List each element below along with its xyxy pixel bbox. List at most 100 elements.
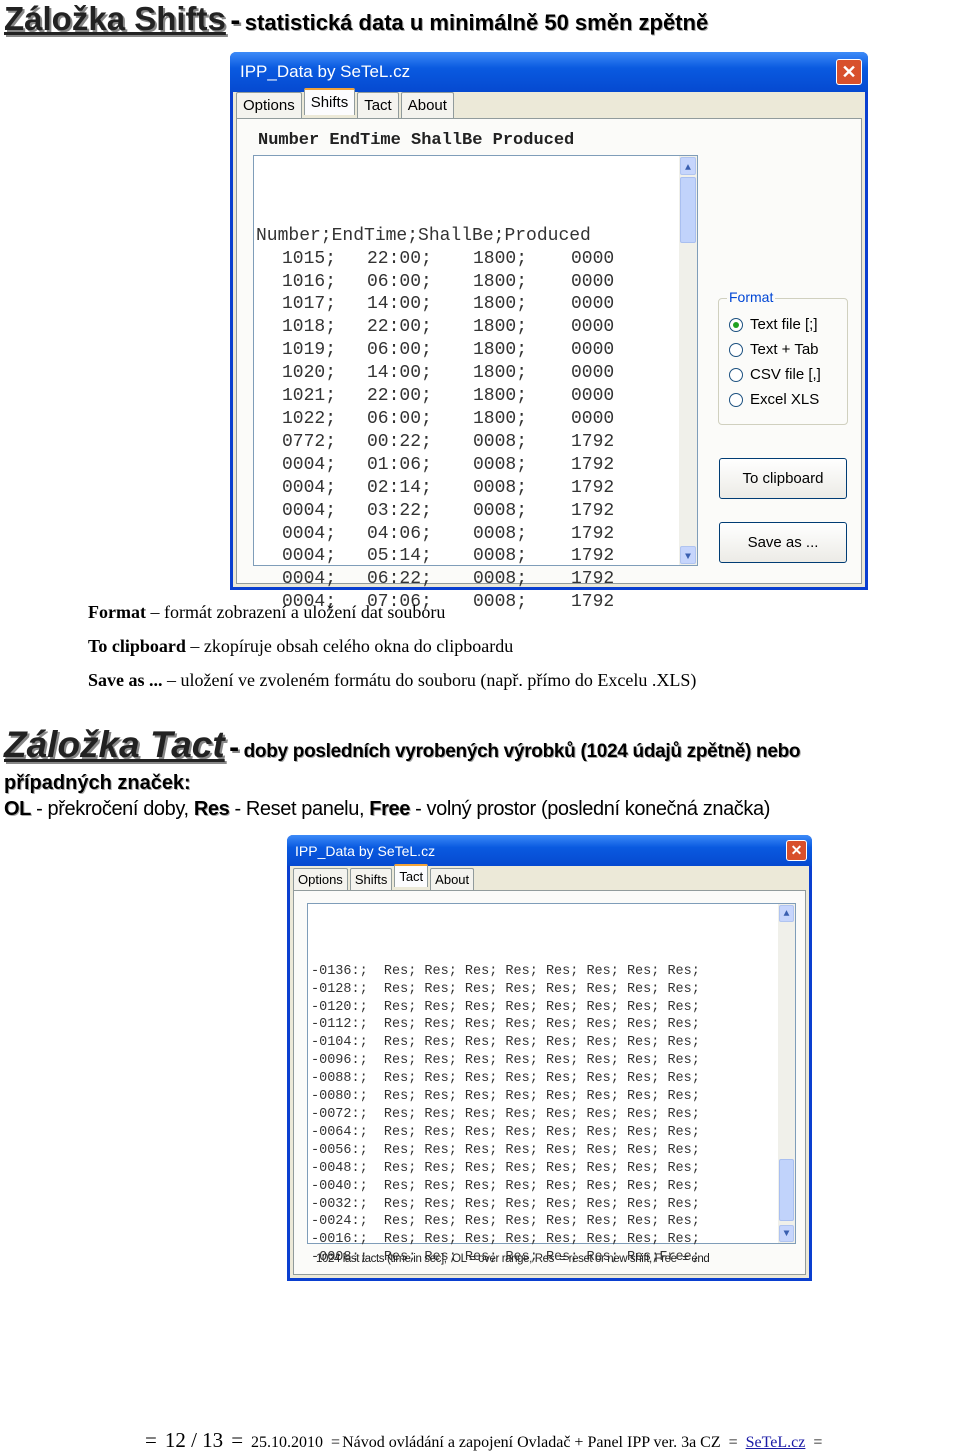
cell: 0004;: [282, 500, 337, 521]
table-row[interactable]: -0112:; Res; Res; Res; Res; Res; Res; Re…: [311, 1016, 795, 1034]
cell: 0000: [571, 271, 615, 292]
scroll-up-icon[interactable]: ▲: [779, 905, 794, 922]
cell: 1016;: [282, 271, 337, 292]
description-text: – uložení ve zvoleném formátu do souboru…: [162, 670, 697, 690]
table-row[interactable]: 0004; 06:22; 0008; 1792: [256, 568, 697, 591]
table-row[interactable]: 1018; 22:00; 1800; 0000: [256, 316, 697, 339]
table-row[interactable]: 1017; 14:00; 1800; 0000: [256, 293, 697, 316]
cell: 1022;: [282, 408, 337, 429]
tab-tact[interactable]: Tact: [357, 92, 399, 118]
table-row[interactable]: -0120:; Res; Res; Res; Res; Res; Res; Re…: [311, 999, 795, 1017]
list-header-row: Number;EndTime;ShallBe;Produced: [256, 225, 591, 246]
cell: 1018;: [282, 317, 337, 338]
tab-panel: ▲ ▼ -0136:; Res; Res; Res; Res; Res; Res…: [293, 890, 806, 1275]
tab-shifts[interactable]: Shifts: [349, 868, 393, 890]
scroll-up-icon[interactable]: ▲: [680, 157, 696, 175]
description-term: Save as ...: [88, 670, 163, 690]
column-header-label: Number EndTime ShallBe Produced: [258, 131, 575, 150]
tact-list[interactable]: ▲ ▼ -0136:; Res; Res; Res; Res; Res; Res…: [307, 903, 796, 1265]
table-row[interactable]: -0088:; Res; Res; Res; Res; Res; Res; Re…: [311, 1070, 795, 1088]
format-option[interactable]: Excel XLS: [729, 387, 821, 412]
title-bar: IPP_Data by SeTeL.cz ✕: [230, 52, 868, 92]
cell: 06:00;: [367, 271, 432, 292]
cell: 0000: [571, 363, 615, 384]
cell: 0004;: [282, 569, 337, 590]
table-row[interactable]: 1015; 22:00; 1800; 0000: [256, 248, 697, 271]
heading-subtitle: statistická data u minimálně 50 směn zpě…: [244, 10, 709, 35]
to-clipboard-button[interactable]: To clipboard: [719, 458, 847, 499]
table-row[interactable]: 0004; 03:22; 0008; 1792: [256, 500, 697, 523]
format-option[interactable]: Text file [;]: [729, 312, 821, 337]
cell: 1792: [571, 546, 615, 567]
table-row[interactable]: 1022; 06:00; 1800; 0000: [256, 408, 697, 431]
table-row[interactable]: -0080:; Res; Res; Res; Res; Res; Res; Re…: [311, 1088, 795, 1106]
title-bar: IPP_Data by SeTeL.cz ✕: [287, 835, 812, 866]
cell: 1792: [571, 569, 615, 590]
table-row[interactable]: -0056:; Res; Res; Res; Res; Res; Res; Re…: [311, 1142, 795, 1160]
legend-term: Res: [193, 798, 230, 820]
page-number: 12 / 13: [164, 1428, 224, 1452]
format-option[interactable]: Text + Tab: [729, 337, 821, 362]
table-row[interactable]: 0004; 02:14; 0008; 1792: [256, 477, 697, 500]
table-row[interactable]: 0004; 04:06; 0008; 1792: [256, 523, 697, 546]
scrollbar[interactable]: ▲ ▼: [679, 156, 697, 565]
table-row[interactable]: 0004; 05:14; 0008; 1792: [256, 545, 697, 568]
legend-term: OL: [4, 798, 31, 820]
radio-icon[interactable]: [729, 392, 743, 407]
tab-tact[interactable]: Tact: [394, 864, 429, 887]
footer-date: 25.10.2010: [251, 1434, 324, 1451]
cell: 1792: [571, 523, 615, 544]
table-row[interactable]: -0032:; Res; Res; Res; Res; Res; Res; Re…: [311, 1196, 795, 1214]
radio-icon[interactable]: [729, 317, 743, 332]
table-row[interactable]: 0772; 00:22; 0008; 1792: [256, 431, 697, 454]
scroll-thumb[interactable]: [680, 177, 696, 243]
tab-about[interactable]: About: [430, 868, 475, 890]
tab-options[interactable]: Options: [293, 868, 348, 890]
heading-dash: -: [230, 4, 241, 37]
close-button[interactable]: ✕: [836, 59, 862, 85]
table-row[interactable]: -0048:; Res; Res; Res; Res; Res; Res; Re…: [311, 1160, 795, 1178]
table-row[interactable]: -0096:; Res; Res; Res; Res; Res; Res; Re…: [311, 1052, 795, 1070]
description-text: – formát zobrazení a uložení dat souboru: [145, 602, 446, 622]
cell: 1021;: [282, 386, 337, 407]
scroll-down-icon[interactable]: ▼: [779, 1225, 794, 1242]
format-option[interactable]: CSV file [,]: [729, 362, 821, 387]
footer-doc-title: Návod ovládání a zapojení Ovladač + Pane…: [342, 1434, 721, 1451]
table-row[interactable]: 0004; 01:06; 0008; 1792: [256, 454, 697, 477]
table-row[interactable]: -0104:; Res; Res; Res; Res; Res; Res; Re…: [311, 1034, 795, 1052]
heading-title: Záložka Tact: [4, 724, 225, 765]
radio-icon[interactable]: [729, 342, 743, 357]
footer-link[interactable]: SeTeL.cz: [746, 1434, 806, 1452]
table-row[interactable]: 1019; 06:00; 1800; 0000: [256, 339, 697, 362]
cell: 1800;: [473, 294, 528, 315]
tab-shifts[interactable]: Shifts: [303, 88, 356, 115]
table-row[interactable]: -0128:; Res; Res; Res; Res; Res; Res; Re…: [311, 981, 795, 999]
table-row[interactable]: 1021; 22:00; 1800; 0000: [256, 385, 697, 408]
footer-sep: =: [813, 1434, 823, 1451]
status-text: 1024 last tacts (time in sec], OL = over…: [316, 1253, 710, 1265]
heading-shifts: Záložka Shifts - statistická data u mini…: [4, 0, 708, 38]
close-button[interactable]: ✕: [786, 840, 807, 861]
tab-options[interactable]: Options: [236, 92, 302, 118]
table-row[interactable]: -0016:; Res; Res; Res; Res; Res; Res; Re…: [311, 1231, 795, 1249]
table-row[interactable]: 1020; 14:00; 1800; 0000: [256, 362, 697, 385]
table-row[interactable]: -0024:; Res; Res; Res; Res; Res; Res; Re…: [311, 1213, 795, 1231]
table-row[interactable]: -0040:; Res; Res; Res; Res; Res; Res; Re…: [311, 1178, 795, 1196]
option-label: CSV file [,]: [750, 366, 821, 383]
tab-about[interactable]: About: [400, 92, 454, 118]
table-row[interactable]: -0064:; Res; Res; Res; Res; Res; Res; Re…: [311, 1124, 795, 1142]
cell: 1020;: [282, 363, 337, 384]
cell: 04:06;: [367, 523, 432, 544]
cell: 0000: [571, 408, 615, 429]
save-as-button[interactable]: Save as ...: [719, 522, 847, 563]
radio-icon[interactable]: [729, 367, 743, 382]
scroll-thumb[interactable]: [779, 1159, 794, 1221]
cell: 22:00;: [367, 248, 432, 269]
table-row[interactable]: -0136:; Res; Res; Res; Res; Res; Res; Re…: [311, 963, 795, 981]
scrollbar[interactable]: ▲ ▼: [778, 904, 795, 1243]
table-row[interactable]: -0072:; Res; Res; Res; Res; Res; Res; Re…: [311, 1106, 795, 1124]
cell: 1019;: [282, 340, 337, 361]
scroll-down-icon[interactable]: ▼: [680, 546, 696, 564]
shifts-list[interactable]: ▲ ▼ Number;EndTime;ShallBe;Produced 1015;…: [253, 155, 698, 612]
table-row[interactable]: 1016; 06:00; 1800; 0000: [256, 271, 697, 294]
